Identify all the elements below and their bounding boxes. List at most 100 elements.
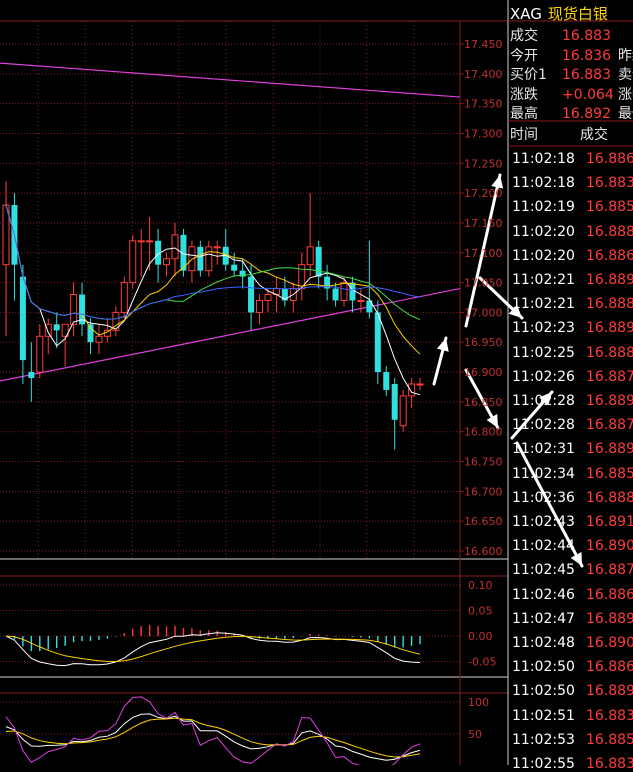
quote-row-label: 买价1 [510,67,547,83]
candle [383,366,390,396]
trade-price: 16.883 [586,175,633,192]
candle-body [137,240,145,243]
quote-name: 现货白银 [547,5,608,23]
trade-time: 11:02:21 [512,272,575,288]
candle [324,264,331,301]
trade-time: 11:02:26 [512,368,575,385]
trade-row: 11:02:48 16.890 [512,635,633,651]
candle [205,240,213,277]
ma5-line [5,204,421,396]
trade-row: 11:02:34 16.885 [512,466,633,482]
trade-time: 11:02:47 [512,610,575,627]
trade-time: 11:02:50 [512,683,575,700]
candle-body [19,276,26,361]
candle [146,216,154,271]
price-tick-label: 17.000 [464,306,503,319]
trade-price: 16.891 [586,514,633,530]
quote-row-label2: 卖价 [618,67,633,83]
candle [61,323,69,367]
candle-body [163,258,171,266]
candle [163,252,171,277]
candle-body [408,383,416,397]
candle [112,306,120,337]
candle [222,228,229,271]
price-tick-label: 16.750 [464,456,503,469]
trade-price: 16.887 [586,417,633,434]
quote-row-value: 16.892 [562,106,611,122]
candle [399,389,407,432]
quote-row-value: 16.883 [562,28,611,44]
candle [306,193,314,277]
trade-time: 11:02:53 [512,731,575,748]
candle [366,240,373,319]
trade-price: 16.888 [586,223,633,240]
quote-row-label2: 涨幅 [618,86,633,103]
trade-row: 11:02:18 16.886 [512,151,633,167]
macd-dif-line [5,632,421,667]
price-tick-label: 17.300 [464,127,503,140]
trade-price: 16.888 [586,489,633,506]
trade-time: 11:02:34 [512,465,575,482]
kdj-tick-label: 50 [468,728,482,741]
macd-dea-line [5,635,421,663]
candle [315,240,322,289]
candle-body [197,246,204,271]
trade-row: 11:02:23 16.889 [512,320,633,336]
candle-body [171,234,179,260]
price-axis: 17.450 17.400 17.350 17.300 17.250 17.200 17.1… [464,38,503,741]
trade-price: 16.886 [586,247,633,264]
candle-body [357,299,365,302]
candle [2,181,10,337]
candle-body [391,383,398,420]
trade-row: 11:02:18 16.883 [512,175,633,191]
quote-symbol: XAG [510,5,542,23]
price-tick-label: 16.850 [464,396,503,409]
trade-row: 11:02:43 16.891 [512,514,633,530]
candle [256,294,263,325]
candle [120,276,128,319]
trade-time: 11:02:20 [512,223,575,240]
candle [197,240,204,277]
quote-row-value: 16.836 [562,47,611,64]
trade-time: 11:02:31 [512,441,575,458]
trade-row: 11:02:53 16.885 [512,732,633,748]
trade-time: 11:02:25 [512,344,575,361]
quote-row-label2: 最低 [618,106,633,122]
trades-header-time: 时间 [510,127,538,143]
quote-row-value: +0.064 [562,86,614,103]
trade-time: 11:02:45 [512,562,575,579]
candle-body [70,294,78,325]
quote-row-label: 涨跌 [510,86,538,103]
price-tick-label: 16.900 [464,366,503,379]
quote-row: 成交 16.883 [510,25,618,44]
trade-row: 11:02:55 16.883 [512,756,633,772]
price-tick-label: 17.100 [464,247,503,260]
trade-time: 11:02:36 [512,489,575,506]
candle-body [264,294,272,301]
trades-header-price: 成交 [580,127,608,143]
trade-row: 11:02:47 16.889 [512,611,633,627]
candle-body [332,288,339,301]
macd-tick-label: -0.05 [468,656,496,669]
candle-body [213,246,221,249]
candle [416,378,424,390]
trade-time: 11:02:21 [512,296,575,313]
trade-row: 11:02:50 16.889 [512,683,633,699]
quote-row: 买价1 16.883 卖价 [510,64,633,83]
lower-trend-line [0,287,461,382]
quote-row-label: 今开 [510,47,538,64]
candle-body [95,335,103,343]
price-tick-label: 16.650 [464,515,503,528]
quote-row-label: 成交 [510,28,538,44]
ma20-line [5,204,421,321]
trade-row: 11:02:46 16.886 [512,587,633,603]
candle [137,228,145,277]
trade-price: 16.887 [586,368,633,385]
trade-row: 11:02:25 16.888 [512,345,633,361]
candle-body [315,246,322,277]
trade-row: 11:02:51 16.883 [512,708,633,724]
candle-body [28,372,35,379]
candle-body [146,240,154,243]
trade-row: 11:02:26 16.887 [512,369,633,385]
price-tick-label: 17.150 [464,217,503,230]
